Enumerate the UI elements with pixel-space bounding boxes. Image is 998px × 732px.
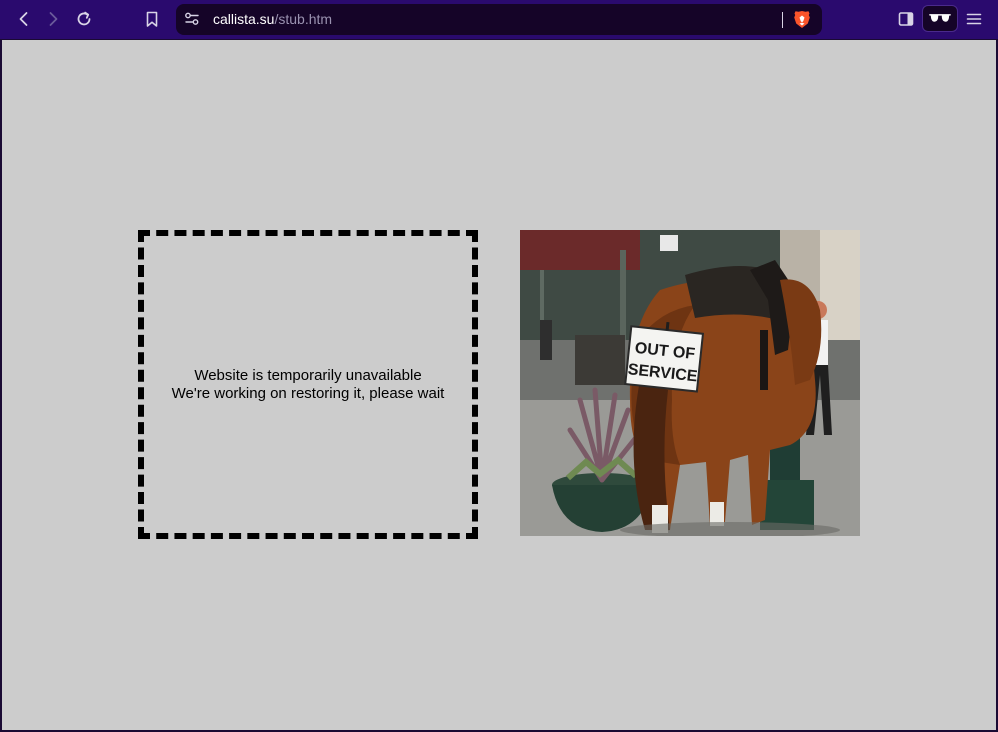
private-window-button[interactable] — [922, 5, 958, 32]
url-host: callista.su — [213, 11, 275, 27]
menu-button[interactable] — [961, 6, 987, 32]
address-divider — [782, 12, 783, 28]
horse-photo: OUT OF SERVICE — [520, 230, 860, 536]
address-bar[interactable]: callista.su/stub.htm — [176, 4, 822, 35]
reload-icon — [77, 11, 91, 26]
notice-line-unavailable: Website is temporarily unavailable — [194, 366, 422, 384]
browser-toolbar: callista.su/stub.htm — [0, 0, 998, 39]
sunglasses-icon — [929, 14, 951, 22]
sidebar-icon — [898, 12, 914, 26]
hamburger-menu-icon — [966, 13, 982, 25]
forward-button[interactable] — [40, 6, 66, 32]
out-of-service-horse-image: OUT OF SERVICE — [520, 230, 860, 536]
url-path: /stub.htm — [274, 11, 333, 27]
chevron-right-icon — [49, 12, 58, 26]
brave-shields-icon[interactable] — [793, 10, 811, 29]
sidebar-toggle-button[interactable] — [893, 6, 919, 32]
bookmark-button[interactable] — [139, 6, 165, 32]
notice-line-restoring: We're working on restoring it, please wa… — [171, 384, 445, 402]
bookmark-icon — [146, 11, 158, 27]
site-settings-icon[interactable] — [183, 10, 201, 28]
back-button[interactable] — [11, 6, 37, 32]
url-text[interactable]: callista.su/stub.htm — [213, 11, 332, 28]
chevron-left-icon — [19, 12, 28, 26]
unavailable-notice-box: Website is temporarily unavailable We're… — [138, 230, 478, 539]
page-viewport: Website is temporarily unavailable We're… — [2, 40, 996, 730]
reload-button[interactable] — [71, 6, 97, 32]
